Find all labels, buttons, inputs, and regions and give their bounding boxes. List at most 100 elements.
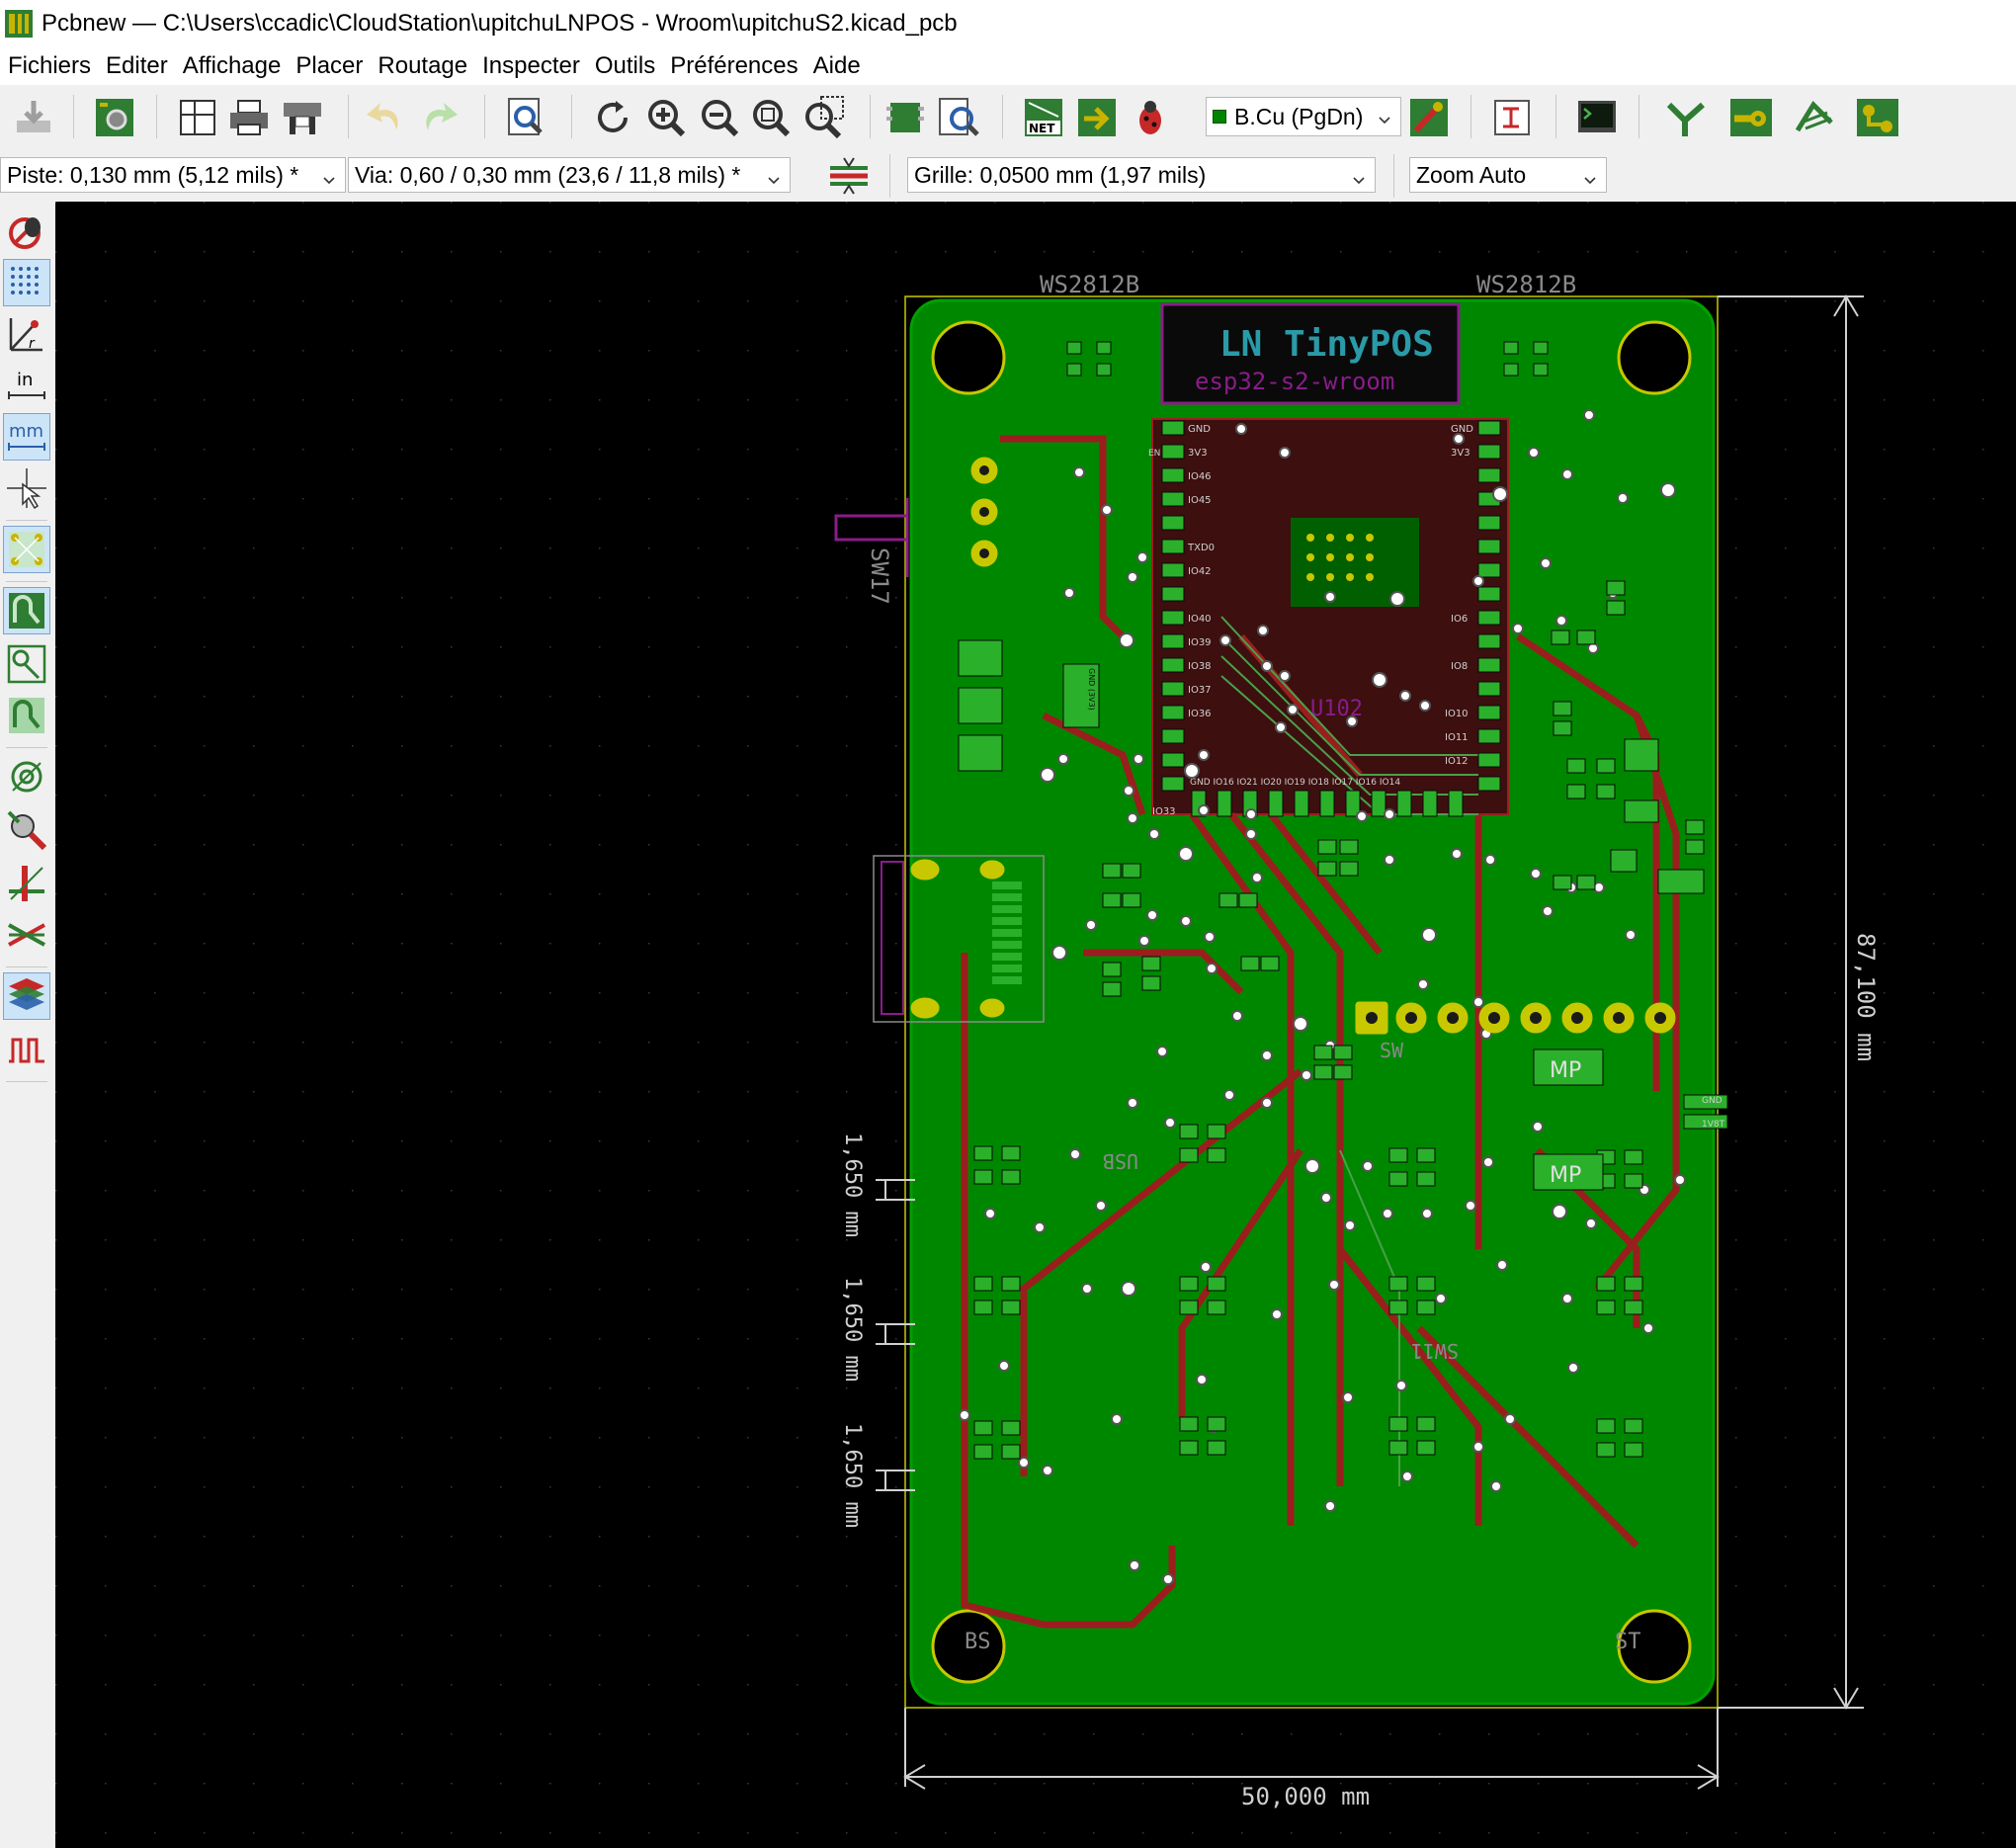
pin-label-io40: IO40 <box>1188 614 1212 625</box>
zone-hatched-icon <box>9 698 44 733</box>
interactive-router-settings-button[interactable] <box>1854 93 1901 142</box>
polar-coords-toggle[interactable]: r <box>3 310 50 358</box>
save-button[interactable] <box>10 93 57 142</box>
chevron-down-icon <box>1351 167 1367 185</box>
zoom-in-icon <box>648 100 686 137</box>
microwave-toolbar-toggle[interactable] <box>3 1026 50 1073</box>
pcbnew-app-icon <box>5 10 33 38</box>
menu-editer[interactable]: Editer <box>98 52 175 80</box>
pin-label-gnd-right: GND <box>1451 424 1473 435</box>
pin-label-io8: IO8 <box>1451 661 1468 672</box>
track-width-icon <box>830 157 868 195</box>
board-setup-icon <box>96 99 133 136</box>
page-settings-icon <box>180 100 215 135</box>
pad-sketch-icon <box>11 761 42 793</box>
inch-units-icon: in <box>8 370 45 399</box>
pin-label-io38: IO38 <box>1188 661 1212 672</box>
corner-label-left: BS <box>965 1630 991 1654</box>
high-contrast-toggle[interactable] <box>3 911 50 959</box>
page-settings-button[interactable] <box>174 93 221 142</box>
zoom-fit-button[interactable] <box>747 93 795 142</box>
menu-fichiers[interactable]: Fichiers <box>0 52 98 80</box>
zoom-selection-icon <box>805 96 844 139</box>
undo-button[interactable] <box>362 93 409 142</box>
footprint-editor-button[interactable] <box>882 93 929 142</box>
units-mm-toggle[interactable]: mm <box>3 413 50 461</box>
route-single-icon <box>1730 99 1772 136</box>
layers-icon <box>9 978 44 1010</box>
python-console-button[interactable] <box>1573 93 1621 142</box>
menu-routage[interactable]: Routage <box>370 52 474 80</box>
sw-label-mid: SW <box>1380 1039 1404 1062</box>
zone-outline-toggle[interactable] <box>3 640 50 688</box>
layer-selector[interactable]: B.Cu (PgDn) <box>1206 97 1401 136</box>
zoom-out-button[interactable] <box>696 93 743 142</box>
pin-label-txd0: TXD0 <box>1187 543 1215 553</box>
drc-markers-toggle[interactable] <box>3 208 50 255</box>
menu-outils[interactable]: Outils <box>587 52 662 80</box>
menu-bar: Fichiers Editer Affichage Placer Routage… <box>0 47 2016 85</box>
zoom-selection-button[interactable] <box>800 93 848 142</box>
grid-toggle[interactable] <box>3 259 50 306</box>
tune-length-button[interactable] <box>1791 93 1838 142</box>
plot-button[interactable] <box>279 93 326 142</box>
print-button[interactable] <box>225 93 273 142</box>
update-from-schematic-button[interactable] <box>1073 93 1121 142</box>
grid-selector[interactable]: Grille: 0,0500 mm (1,97 mils) <box>907 157 1376 193</box>
menu-inspecter[interactable]: Inspecter <box>474 52 587 80</box>
footprint-viewer-icon <box>939 98 979 136</box>
menu-preferences[interactable]: Préférences <box>662 52 804 80</box>
chevron-down-icon <box>766 167 782 185</box>
pad-sketch-toggle[interactable] <box>3 753 50 800</box>
main-toolbar: NET B.Cu (PgDn) <box>0 85 2016 150</box>
dim-width-label: 50,000 mm <box>1241 1783 1370 1810</box>
netlist-icon: NET <box>1025 99 1062 136</box>
left-toolbar: r in mm <box>0 202 55 1848</box>
track-sketch-toggle[interactable] <box>3 860 50 907</box>
auto-track-width-button[interactable] <box>826 154 872 198</box>
zoom-selector[interactable]: Zoom Auto <box>1409 157 1607 193</box>
footprint-viewer-button[interactable] <box>935 93 982 142</box>
redraw-button[interactable] <box>589 93 636 142</box>
board-setup-button[interactable] <box>91 93 138 142</box>
find-button[interactable] <box>502 93 549 142</box>
pcb-board-view[interactable]: LN TinyPOS esp32-s2-wroom WS2812B WS2812… <box>55 202 2016 1848</box>
netlist-button[interactable]: NET <box>1020 93 1067 142</box>
cursor-shape-toggle[interactable] <box>3 464 50 512</box>
polar-coords-icon: r <box>9 318 42 352</box>
svg-text:in: in <box>17 370 33 390</box>
mp-label-1: MP <box>1550 1058 1581 1083</box>
via-size-selector[interactable]: Via: 0,60 / 0,30 mm (23,6 / 11,8 mils) * <box>348 157 791 193</box>
zoom-in-button[interactable] <box>642 93 690 142</box>
menu-affichage[interactable]: Affichage <box>175 52 289 80</box>
via-sketch-toggle[interactable] <box>3 806 50 854</box>
chevron-down-icon <box>1377 107 1392 125</box>
layers-manager-toggle[interactable] <box>3 972 50 1020</box>
menu-placer[interactable]: Placer <box>288 52 370 80</box>
svg-text:mm: mm <box>9 421 43 442</box>
footprint-editor-icon <box>886 103 924 132</box>
menu-aide[interactable]: Aide <box>805 52 868 80</box>
terminal-icon <box>1578 101 1616 132</box>
zoom-out-icon <box>702 100 739 137</box>
layer-pair-button[interactable] <box>1405 93 1453 142</box>
redo-button[interactable] <box>415 93 462 142</box>
label-gnd-small: GND <box>1702 1096 1722 1106</box>
save-icon <box>17 101 50 132</box>
zoom-fit-icon <box>753 100 791 137</box>
mp-pad-2: MP <box>1533 1153 1604 1191</box>
route-diff-pair-button[interactable] <box>1727 93 1775 142</box>
ratsnest-icon <box>9 532 44 567</box>
zone-hide-toggle[interactable] <box>3 692 50 739</box>
units-inch-toggle[interactable]: in <box>3 362 50 409</box>
route-track-button[interactable] <box>1662 93 1710 142</box>
track-width-selector[interactable]: Piste: 0,130 mm (5,12 mils) * <box>0 157 346 193</box>
grid-icon <box>11 267 39 294</box>
drc-button[interactable] <box>1127 93 1174 142</box>
pcb-canvas[interactable]: LN TinyPOS esp32-s2-wroom WS2812B WS2812… <box>55 202 2016 1848</box>
show-ratsnest-toggle[interactable] <box>3 526 50 573</box>
redo-icon <box>426 103 458 130</box>
zone-fill-toggle[interactable] <box>3 587 50 634</box>
pin-label-io39: IO39 <box>1188 637 1212 648</box>
scripting-button[interactable] <box>1488 93 1536 142</box>
